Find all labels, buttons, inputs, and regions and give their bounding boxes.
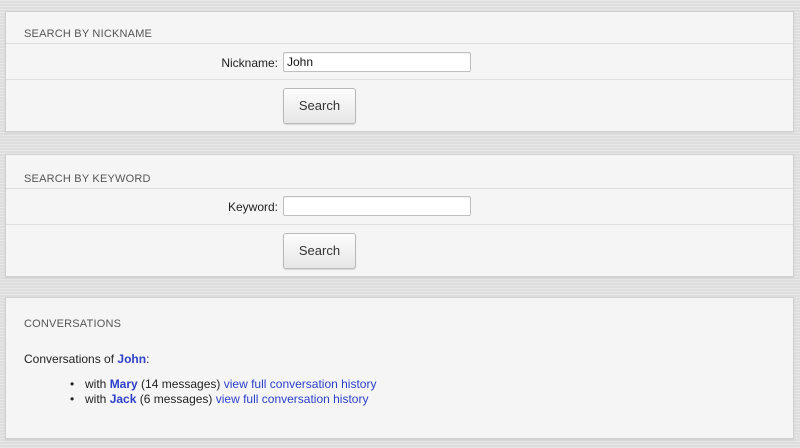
conversation-list: • with Mary (14 messages) view full conv…: [70, 377, 377, 407]
history-link[interactable]: view full conversation history: [216, 392, 369, 406]
divider: [6, 224, 793, 225]
intro-prefix: Conversations of: [24, 352, 118, 366]
message-count: (14 messages): [137, 377, 224, 391]
keyword-input[interactable]: [283, 196, 471, 216]
keyword-label: Keyword:: [227, 200, 278, 214]
nickname-search-button[interactable]: Search: [283, 88, 356, 124]
divider: [6, 188, 793, 189]
list-item: • with Mary (14 messages) view full conv…: [70, 377, 377, 392]
history-link[interactable]: view full conversation history: [224, 377, 377, 391]
message-count: (6 messages): [136, 392, 216, 406]
conversations-panel: CONVERSATIONS Conversations of John: • w…: [5, 297, 794, 439]
bullet-icon: •: [70, 392, 75, 406]
search-by-nickname-panel: SEARCH BY NICKNAME Nickname: Search: [5, 11, 794, 132]
with-text: with: [85, 392, 110, 406]
conversations-intro: Conversations of John:: [24, 352, 149, 366]
panel-title: SEARCH BY NICKNAME: [24, 28, 153, 40]
nickname-input[interactable]: [283, 52, 471, 72]
search-by-keyword-panel: SEARCH BY KEYWORD Keyword: Search: [5, 154, 794, 277]
divider: [6, 79, 793, 80]
keyword-search-button[interactable]: Search: [283, 233, 356, 269]
contact-link[interactable]: Jack: [110, 392, 137, 406]
user-link[interactable]: John: [117, 352, 146, 366]
divider: [6, 43, 793, 44]
bullet-icon: •: [70, 377, 75, 391]
with-text: with: [85, 377, 110, 391]
list-item: • with Jack (6 messages) view full conve…: [70, 392, 376, 407]
contact-link[interactable]: Mary: [110, 377, 138, 391]
intro-suffix: :: [146, 352, 150, 366]
nickname-label: Nickname:: [221, 56, 278, 70]
panel-title: CONVERSATIONS: [24, 318, 122, 330]
panel-title: SEARCH BY KEYWORD: [24, 173, 151, 185]
